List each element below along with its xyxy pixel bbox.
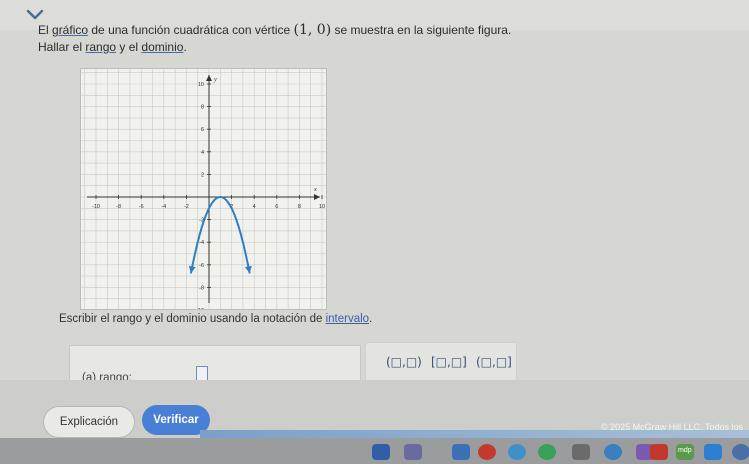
question-line-1: El gráfico de una función cuadrática con… <box>38 22 512 38</box>
y-axis-label: y <box>213 76 217 83</box>
y-tick-label: 10 <box>198 82 204 88</box>
mcgraw-icon[interactable] <box>650 444 668 460</box>
instruction-text: Escribir el rango y el dominio usando la… <box>59 313 373 325</box>
ms-store-icon[interactable] <box>452 444 470 460</box>
x-tick-label: 4 <box>253 204 256 210</box>
link-intervalo[interactable]: intervalo <box>326 313 369 325</box>
closed-closed-interval-button[interactable]: [□,□] <box>431 355 467 369</box>
y-tick-label: -6 <box>199 263 204 269</box>
open-open-interval-button[interactable]: (□,□) <box>386 355 422 369</box>
x-tick-label: -8 <box>116 204 121 210</box>
link-grafico[interactable]: gráfico <box>52 23 88 37</box>
explanation-button[interactable]: Explicación <box>43 406 135 438</box>
x-tick-label: 10 <box>319 204 325 210</box>
vertex-value: (1, 0) <box>293 22 332 38</box>
x-tick-label: -2 <box>184 204 189 210</box>
app-icon[interactable] <box>704 444 722 460</box>
curve-arrow-left <box>188 265 196 274</box>
question-line-2: Hallar el rango y el dominio. <box>38 40 187 54</box>
x-tick-label: 8 <box>298 204 301 210</box>
y-axis-arrow <box>206 75 212 81</box>
chat-icon[interactable] <box>404 444 422 460</box>
x-tick-label: -4 <box>161 204 166 210</box>
y-tick-label: 2 <box>201 172 204 178</box>
app-icon[interactable] <box>572 444 590 460</box>
edge-icon[interactable] <box>478 444 496 460</box>
open-closed-interval-button[interactable]: (□,□] <box>476 355 512 369</box>
x-axis-label: x <box>313 186 317 193</box>
x-axis-arrow <box>314 194 320 200</box>
x-tick-label: -6 <box>139 204 144 210</box>
app-icon[interactable] <box>604 444 622 460</box>
taskbar-app-label: mdp <box>678 447 692 454</box>
question-text: El gráfico de una función cuadrática con… <box>38 22 511 56</box>
y-tick-label: 8 <box>201 105 204 111</box>
y-tick-label: 6 <box>201 127 204 133</box>
graph-canvas: -10-8-6-4-2246810108642-2-4-6-8-10xy <box>81 69 334 322</box>
parabola-graph: -10-8-6-4-2246810108642-2-4-6-8-10xy <box>80 68 334 322</box>
x-tick-label: -10 <box>92 204 100 210</box>
link-dominio[interactable]: dominio <box>141 40 183 54</box>
y-tick-label: -4 <box>199 240 204 246</box>
windows-app-icon[interactable] <box>372 444 390 460</box>
edge-icon[interactable] <box>732 444 749 460</box>
y-tick-label: -10 <box>196 308 204 309</box>
x-tick-label: 6 <box>275 204 278 210</box>
play-icon[interactable] <box>538 444 556 460</box>
curve-arrow-right <box>244 265 252 274</box>
footer-blue-strip <box>200 430 749 438</box>
y-tick-label: 4 <box>201 150 204 156</box>
chrome-icon[interactable] <box>508 444 526 460</box>
link-rango[interactable]: rango <box>85 40 116 54</box>
y-tick-label: -8 <box>199 285 204 291</box>
